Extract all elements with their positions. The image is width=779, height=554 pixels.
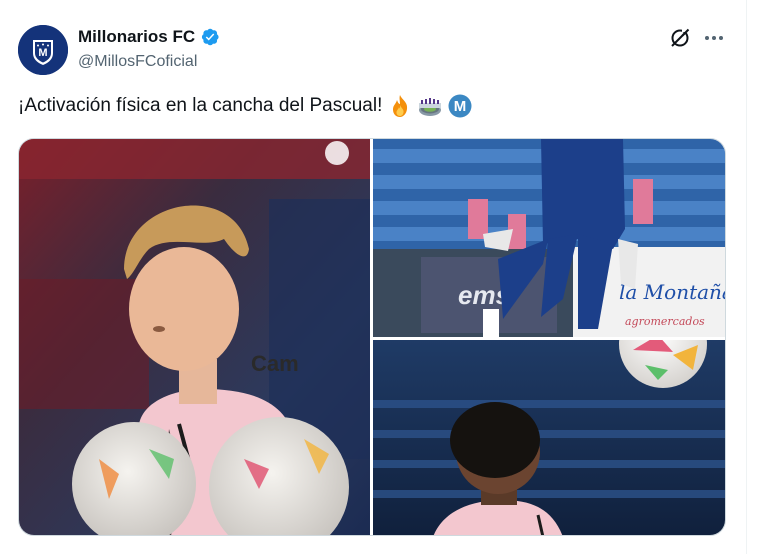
stadium-emoji-icon [418, 94, 442, 118]
shirt-sponsor: Cam [251, 351, 299, 376]
player-warmup-photo-icon: Cam [19, 139, 370, 535]
tweet-text-row: ¡Activación física en la cancha del Pasc… [18, 94, 472, 118]
goalkeeper-photo-icon: ems la Montaña agromercados [373, 139, 725, 337]
fire-emoji-icon [388, 94, 412, 118]
avatar[interactable]: M [18, 25, 68, 75]
tweet[interactable]: M Millonarios FC @MillosFCoficial ¡Activ… [0, 0, 746, 554]
sidebar-divider [746, 0, 747, 554]
display-name[interactable]: Millonarios FC [78, 27, 195, 47]
photo-goalkeeper[interactable]: ems la Montaña agromercados [373, 139, 725, 337]
millonarios-logo-icon: M [18, 25, 68, 75]
photo-player-warmup[interactable]: Cam [19, 139, 370, 535]
player-ball-photo-icon [373, 340, 725, 535]
author-name-row[interactable]: Millonarios FC [78, 27, 220, 47]
photo-player-ball[interactable] [373, 340, 725, 535]
ad-board-right-sub: agromercados [625, 315, 705, 328]
svg-text:M: M [38, 47, 47, 59]
tweet-text: ¡Activación física en la cancha del Pasc… [18, 95, 383, 116]
grok-icon[interactable] [668, 26, 692, 50]
more-options-icon[interactable] [700, 26, 728, 50]
circled-m-emoji-icon: M [448, 94, 472, 118]
media-grid: Cam ems la Montaña agromercados [18, 138, 726, 536]
verified-badge-icon [200, 27, 220, 47]
svg-text:M: M [454, 98, 467, 115]
author-handle[interactable]: @MillosFCoficial [78, 53, 197, 71]
